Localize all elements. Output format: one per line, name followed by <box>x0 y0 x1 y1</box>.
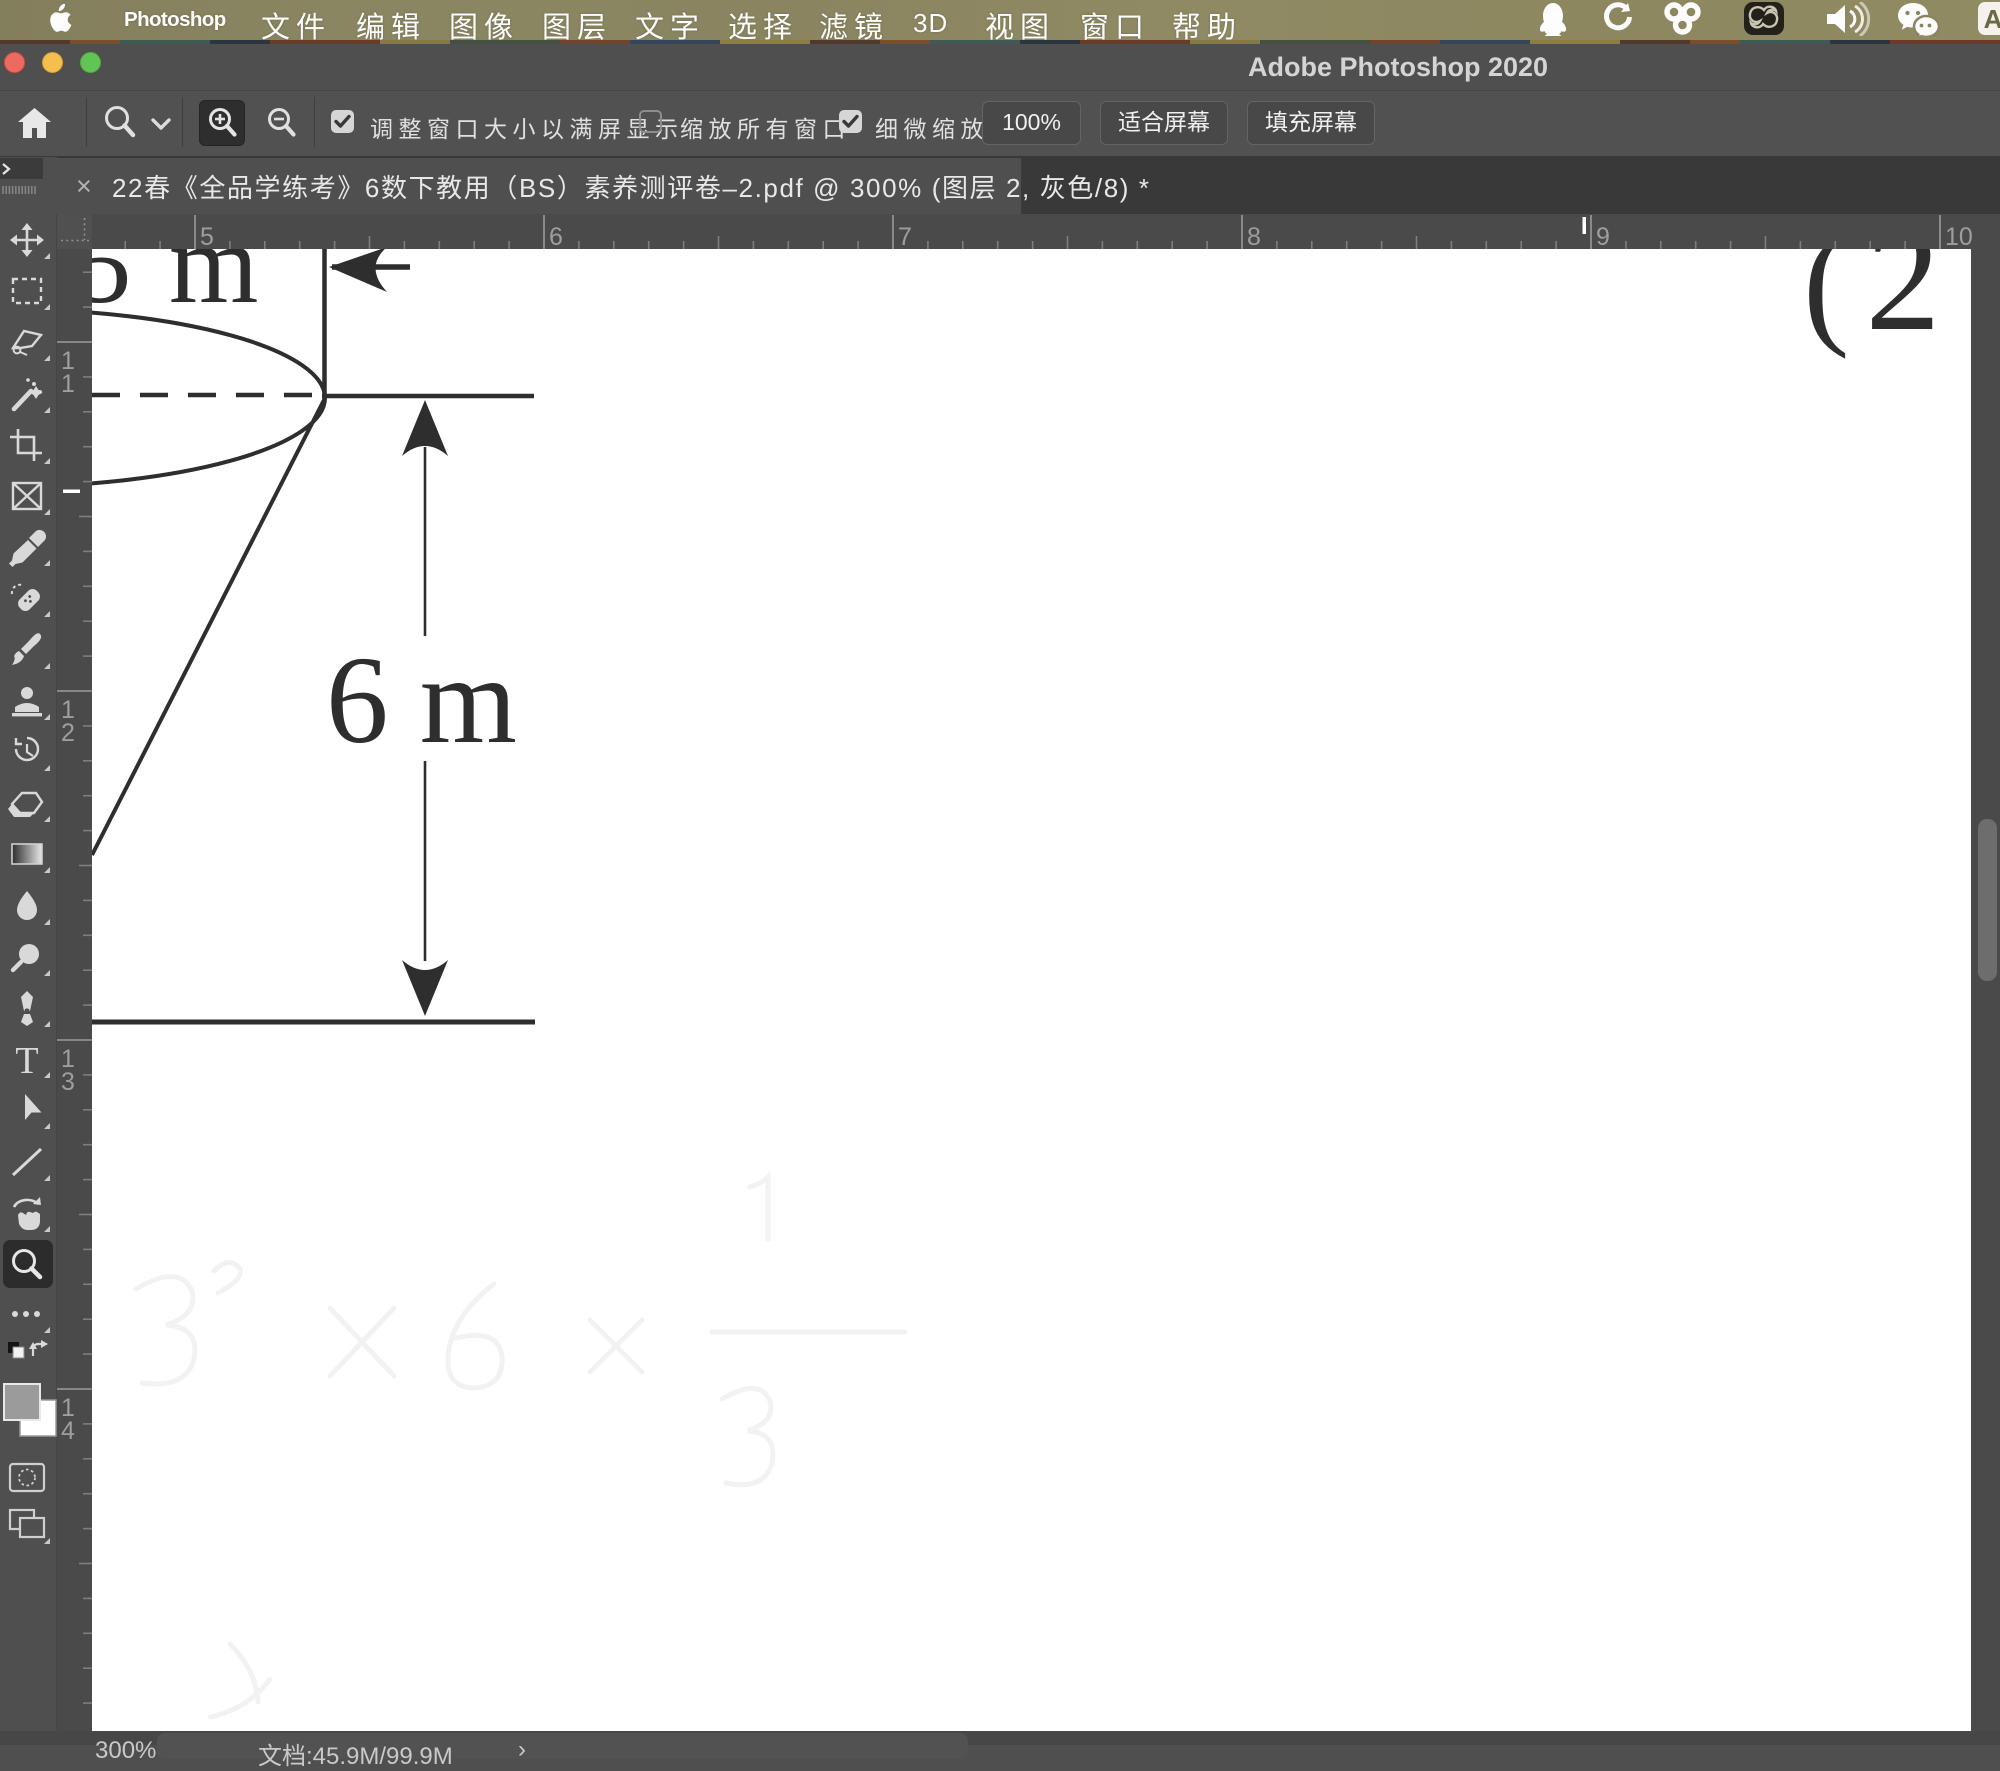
svg-text:4: 4 <box>61 1417 75 1445</box>
svg-text:T: T <box>15 1040 38 1082</box>
svg-text:10: 10 <box>1945 223 1973 249</box>
svg-text:A: A <box>1984 4 2000 34</box>
svg-text:9: 9 <box>1596 223 1610 249</box>
svg-text:6 m: 6 m <box>326 632 517 770</box>
svg-text:5: 5 <box>92 249 132 327</box>
svg-text:6: 6 <box>549 223 563 249</box>
svg-text:m: m <box>169 249 258 327</box>
svg-text:1: 1 <box>61 370 75 398</box>
svg-text:2: 2 <box>61 719 75 747</box>
svg-text:5: 5 <box>200 223 214 249</box>
svg-text:2: 2 <box>1866 249 1941 362</box>
svg-text:7: 7 <box>898 223 912 249</box>
svg-text:(: ( <box>1803 249 1850 360</box>
svg-text:3: 3 <box>61 1068 75 1096</box>
svg-text:8: 8 <box>1247 223 1261 249</box>
